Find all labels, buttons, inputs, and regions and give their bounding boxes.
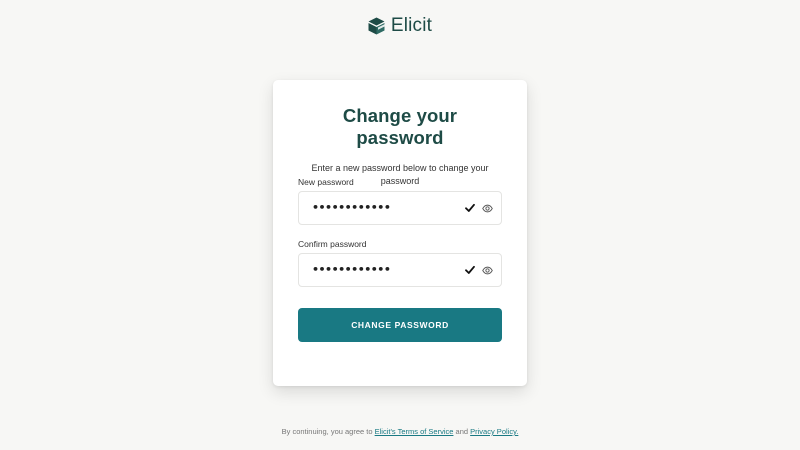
check-icon	[465, 265, 475, 274]
footer-conjunction: and	[455, 427, 469, 436]
check-icon	[465, 203, 475, 212]
confirm-password-value: ••••••••••••	[312, 263, 391, 276]
terms-of-service-link[interactable]: Elicit's Terms of Service	[375, 427, 454, 436]
change-password-button[interactable]: CHANGE PASSWORD	[298, 308, 502, 342]
stacked-box-icon	[368, 17, 385, 35]
privacy-policy-link[interactable]: Privacy Policy.	[470, 427, 518, 436]
eye-icon[interactable]	[482, 265, 493, 276]
brand-name: Elicit	[390, 15, 433, 36]
confirm-password-field[interactable]: ••••••••••••	[298, 253, 502, 287]
new-password-field[interactable]: ••••••••••••	[298, 191, 502, 225]
change-password-card: Change your password Enter a new passwor…	[273, 80, 527, 386]
footer-prefix: By continuing, you agree to	[281, 427, 373, 436]
eye-icon[interactable]	[482, 203, 493, 214]
new-password-label: New password	[298, 177, 354, 187]
page: Elicit Change your password Enter a new …	[0, 0, 800, 450]
brand-logo[interactable]: Elicit	[0, 15, 800, 37]
confirm-password-label: Confirm password	[298, 239, 367, 249]
legal-footer: By continuing, you agree to Elicit's Ter…	[0, 427, 800, 436]
new-password-value: ••••••••••••	[312, 201, 391, 214]
page-title: Change your password	[342, 105, 458, 148]
